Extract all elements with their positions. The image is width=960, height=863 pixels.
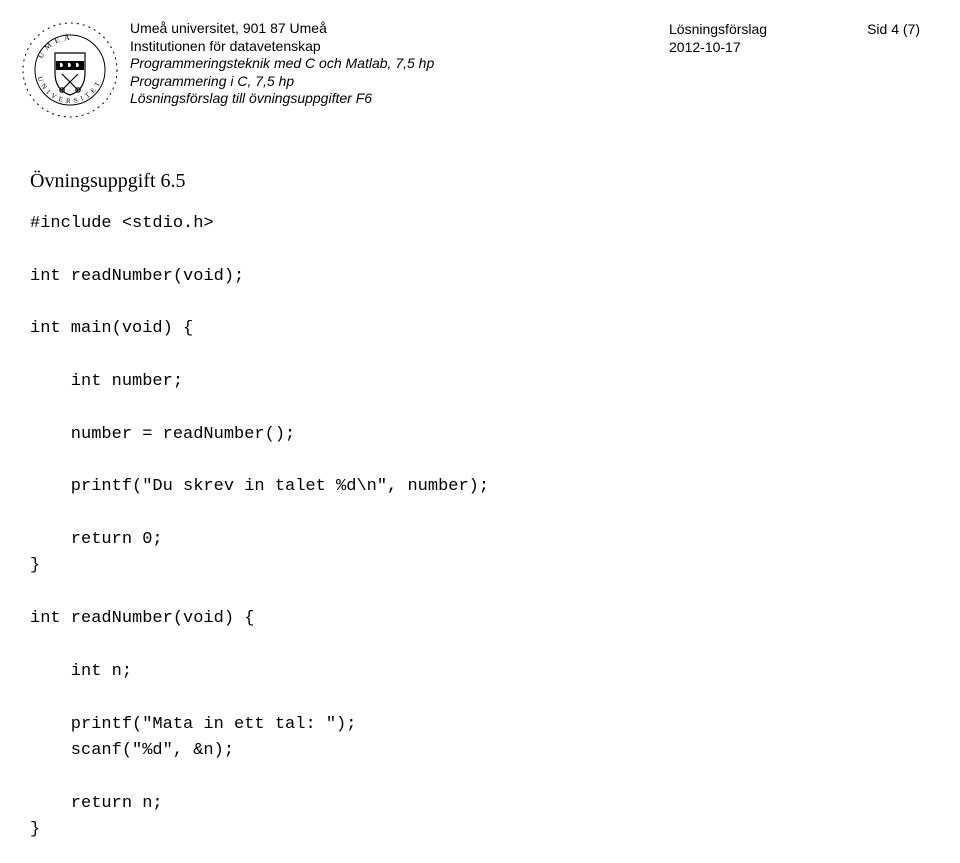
code-line: scanf("%d", &n); bbox=[30, 741, 234, 760]
code-line: return 0; bbox=[30, 530, 163, 549]
page-number: Sid 4 (7) bbox=[867, 20, 920, 38]
content-area: Övningsuppgift 6.5 #include <stdio.h> in… bbox=[30, 170, 920, 843]
code-line: int main(void) { bbox=[30, 319, 193, 338]
code-line: printf("Mata in ett tal: "); bbox=[30, 715, 356, 734]
code-line: int number; bbox=[30, 372, 183, 391]
right-title: Lösningsförslag bbox=[669, 20, 767, 38]
right-date: 2012-10-17 bbox=[669, 38, 767, 56]
code-line: printf("Du skrev in talet %d\n", number)… bbox=[30, 477, 489, 496]
page-header: U M E Å U N I V E R S I T E T bbox=[20, 20, 920, 120]
code-line: number = readNumber(); bbox=[30, 425, 295, 444]
course2-line: Programmering i C, 7,5 hp bbox=[130, 73, 434, 91]
header-text-block: Umeå universitet, 901 87 Umeå Institutio… bbox=[130, 20, 434, 108]
docline: Lösningsförslag till övningsuppgifter F6 bbox=[130, 90, 434, 108]
university-line: Umeå universitet, 901 87 Umeå bbox=[130, 20, 434, 38]
header-right-block: Lösningsförslag 2012-10-17 Sid 4 (7) bbox=[669, 20, 920, 56]
code-line: int readNumber(void); bbox=[30, 267, 244, 286]
code-line: int readNumber(void) { bbox=[30, 609, 254, 628]
university-logo: U M E Å U N I V E R S I T E T bbox=[20, 20, 120, 120]
code-line: } bbox=[30, 556, 40, 575]
code-line: int n; bbox=[30, 662, 132, 681]
exercise-title: Övningsuppgift 6.5 bbox=[30, 170, 920, 193]
department-line: Institutionen för datavetenskap bbox=[130, 38, 434, 56]
course1-line: Programmeringsteknik med C och Matlab, 7… bbox=[130, 55, 434, 73]
code-line: return n; bbox=[30, 794, 163, 813]
code-block: #include <stdio.h> int readNumber(void);… bbox=[30, 211, 920, 843]
code-line: #include <stdio.h> bbox=[30, 214, 214, 233]
code-line: } bbox=[30, 820, 40, 839]
